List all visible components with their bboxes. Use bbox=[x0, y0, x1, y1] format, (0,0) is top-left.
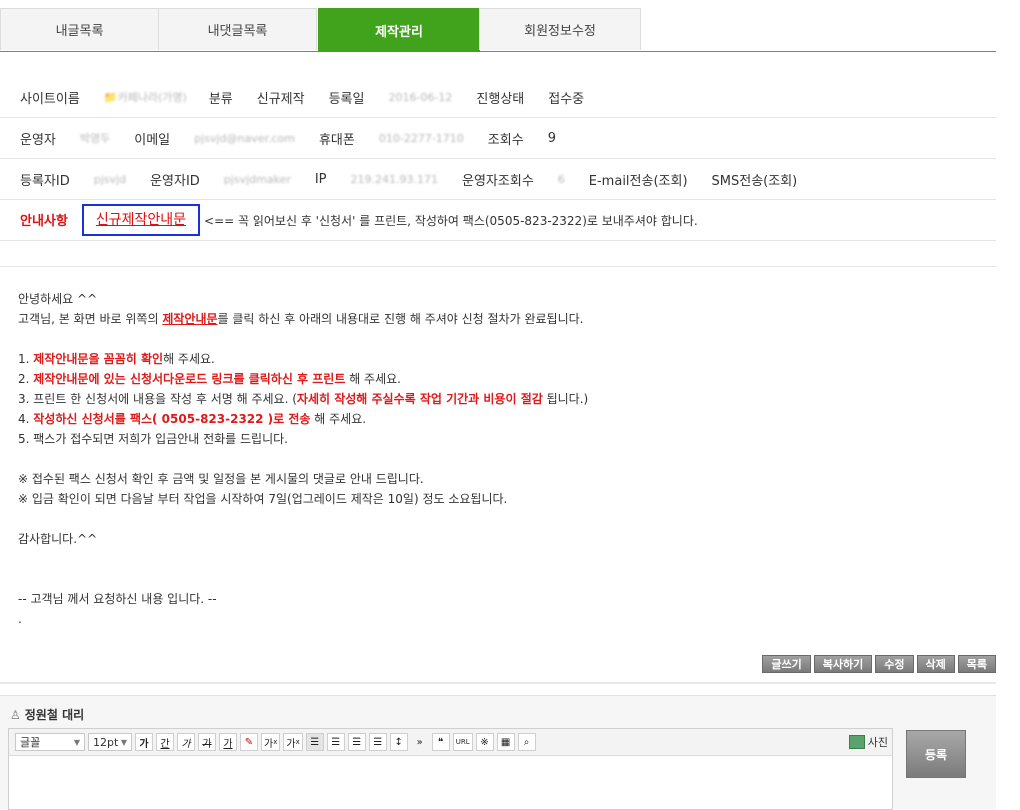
special-char-button[interactable]: ※ bbox=[475, 733, 494, 751]
divider bbox=[0, 682, 996, 684]
info-row-operator: 운영자 박영두 이메일 pjsvjd@naver.com 휴대폰 010-227… bbox=[0, 118, 996, 159]
category-value: 신규제작 bbox=[256, 91, 305, 107]
post-content: 안녕하세요 ^^ 고객님, 본 화면 바로 위쪽의 제작안내문를 클릭 하신 후… bbox=[18, 289, 978, 629]
views-value: 9 bbox=[547, 130, 556, 146]
category-label: 분류 bbox=[208, 91, 233, 107]
more-icon[interactable]: » bbox=[411, 733, 429, 751]
phone-value: 010-2277-1710 bbox=[378, 131, 464, 145]
table-icon[interactable]: ▦ bbox=[496, 733, 515, 751]
highlight-icon[interactable]: ✎ bbox=[240, 733, 258, 751]
op-views-label: 운영자조회수 bbox=[462, 173, 534, 189]
subscript-button[interactable]: 가x bbox=[283, 733, 303, 751]
info-row-site: 사이트이름 📁카페나라(가명) 분류 신규제작 등록일 2016-06-12 진… bbox=[0, 77, 996, 118]
content-line: 고객님, 본 화면 바로 위쪽의 제작안내문를 클릭 하신 후 아래의 내용대로… bbox=[18, 312, 584, 326]
site-name-label: 사이트이름 bbox=[20, 91, 80, 107]
phone-label: 휴대폰 bbox=[318, 132, 355, 148]
content-request: -- 고객님 께서 요청하신 내용 입니다. -- bbox=[18, 592, 217, 606]
strike-button[interactable]: 가 bbox=[198, 733, 216, 751]
op-views-value: 6 bbox=[557, 172, 565, 186]
content-note: ※ 접수된 팩스 신청서 확인 후 금액 및 일정을 본 게시물의 댓글로 안내… bbox=[18, 472, 424, 486]
tab-bar: 내글목록 내댓글목록 제작관리 회원정보수정 bbox=[0, 8, 996, 52]
content-step: 4. 작성하신 신청서를 팩스( 0505-823-2322 )로 전송 해 주… bbox=[18, 412, 367, 426]
tab-edit-member-info[interactable]: 회원정보수정 bbox=[479, 8, 641, 50]
ip-value: 219.241.93.171 bbox=[350, 172, 439, 186]
comment-box: ♙ 정원철 대리 글꼴 ▼ 12pt ▼ 가 간 가 가 가 ✎ 가x 가x ☰ ☰… bbox=[0, 695, 996, 810]
list-button[interactable]: 목록 bbox=[957, 655, 996, 673]
font-color-button[interactable]: 가 bbox=[219, 733, 237, 751]
content-line: 안녕하세요 ^^ bbox=[18, 292, 98, 306]
operator-label: 운영자 bbox=[20, 132, 56, 148]
guide-inline-link[interactable]: 제작안내문 bbox=[162, 312, 217, 326]
email-send-link[interactable]: E-mail전송(조회) bbox=[589, 170, 688, 189]
line-height-icon[interactable]: ↕ bbox=[389, 733, 408, 751]
tab-my-posts[interactable]: 내글목록 bbox=[0, 8, 159, 50]
tab-my-comments[interactable]: 내댓글목록 bbox=[158, 8, 317, 50]
status-value: 접수중 bbox=[548, 91, 585, 107]
chevron-down-icon: ▼ bbox=[73, 737, 80, 747]
comment-editor: 글꼴 ▼ 12pt ▼ 가 간 가 가 가 ✎ 가x 가x ☰ ☰ ☰ ☰ ↕ » … bbox=[8, 728, 893, 810]
site-name-value: 📁카페나라(가명) bbox=[103, 91, 187, 104]
sms-send-link[interactable]: SMS전송(조회) bbox=[712, 170, 798, 189]
quote-button[interactable]: ❝ bbox=[431, 733, 450, 751]
content-note: ※ 입금 확인이 되면 다음날 부터 작업을 시작하여 7일(업그레이드 제작은… bbox=[18, 492, 508, 506]
align-center-icon[interactable]: ☰ bbox=[326, 733, 345, 751]
divider bbox=[0, 266, 996, 267]
image-icon bbox=[848, 735, 865, 749]
content-thanks: 감사합니다.^^ bbox=[18, 532, 98, 546]
content-step: 5. 팩스가 접수되면 저희가 입금안내 전화를 드립니다. bbox=[18, 432, 288, 446]
search-icon[interactable]: ⌕ bbox=[517, 733, 536, 751]
notice-text: <== 꼭 읽어보신 후 '신청서' 를 프린트, 작성하여 팩스(0505-8… bbox=[204, 213, 698, 228]
user-icon: ♙ bbox=[10, 707, 21, 722]
submit-button[interactable]: 등록 bbox=[906, 730, 966, 778]
info-row-notice: 안내사항 신규제작안내문 <== 꼭 읽어보신 후 '신청서' 를 프린트, 작… bbox=[0, 200, 996, 241]
content-step: 2. 제작안내문에 있는 신청서다운로드 링크를 클릭하신 후 프린트 해 주세… bbox=[18, 372, 401, 386]
delete-button[interactable]: 삭제 bbox=[916, 655, 955, 673]
editor-toolbar: 글꼴 ▼ 12pt ▼ 가 간 가 가 가 ✎ 가x 가x ☰ ☰ ☰ ☰ ↕ » … bbox=[9, 729, 892, 756]
content-request-body: . bbox=[18, 612, 22, 626]
email-label: 이메일 bbox=[134, 132, 171, 148]
chevron-down-icon: ▼ bbox=[120, 737, 127, 747]
bold-button[interactable]: 가 bbox=[135, 733, 153, 751]
reg-date-label: 등록일 bbox=[328, 91, 365, 107]
photo-button[interactable]: 사진 bbox=[848, 734, 888, 750]
edit-button[interactable]: 수정 bbox=[875, 655, 914, 673]
comment-author: ♙ 정원철 대리 bbox=[10, 706, 84, 723]
align-justify-icon[interactable]: ☰ bbox=[368, 733, 387, 751]
write-button[interactable]: 글쓰기 bbox=[762, 655, 811, 673]
reg-id-label: 등록자ID bbox=[20, 173, 70, 189]
superscript-button[interactable]: 가x bbox=[261, 733, 281, 751]
font-size-select[interactable]: 12pt ▼ bbox=[88, 733, 132, 751]
underline-button[interactable]: 간 bbox=[156, 733, 174, 751]
font-family-select[interactable]: 글꼴 ▼ bbox=[15, 733, 85, 751]
post-actions: 글쓰기 복사하기 수정 삭제 목록 bbox=[762, 655, 996, 673]
copy-button[interactable]: 복사하기 bbox=[813, 655, 873, 673]
views-label: 조회수 bbox=[487, 132, 524, 148]
notice-label: 안내사항 bbox=[20, 214, 68, 229]
site-icon: 📁 bbox=[103, 91, 118, 104]
reg-date-value: 2016-06-12 bbox=[388, 90, 453, 104]
email-value: pjsvjd@naver.com bbox=[194, 131, 295, 145]
ip-label: IP bbox=[314, 171, 327, 187]
op-id-label: 운영자ID bbox=[150, 173, 200, 189]
op-id-value: pjsvjdmaker bbox=[223, 172, 291, 186]
guide-link[interactable]: 신규제작안내문 bbox=[81, 204, 201, 236]
content-step: 3. 프린트 한 신청서에 내용을 작성 후 서명 해 주세요. (자세히 작성… bbox=[18, 392, 589, 406]
reg-id-value: pjsvjd bbox=[93, 172, 127, 186]
align-left-icon[interactable]: ☰ bbox=[305, 733, 324, 751]
content-step: 1. 제작안내문을 꼼꼼히 확인해 주세요. bbox=[18, 352, 215, 366]
author-name: 정원철 대리 bbox=[24, 708, 85, 722]
status-label: 진행상태 bbox=[476, 91, 525, 107]
tab-production-management[interactable]: 제작관리 bbox=[318, 8, 480, 52]
operator-value: 박영두 bbox=[79, 132, 111, 145]
italic-button[interactable]: 가 bbox=[177, 733, 195, 751]
align-right-icon[interactable]: ☰ bbox=[347, 733, 366, 751]
info-row-ids: 등록자ID pjsvjd 운영자ID pjsvjdmaker IP 219.24… bbox=[0, 159, 996, 200]
url-button[interactable]: URL bbox=[452, 733, 473, 751]
